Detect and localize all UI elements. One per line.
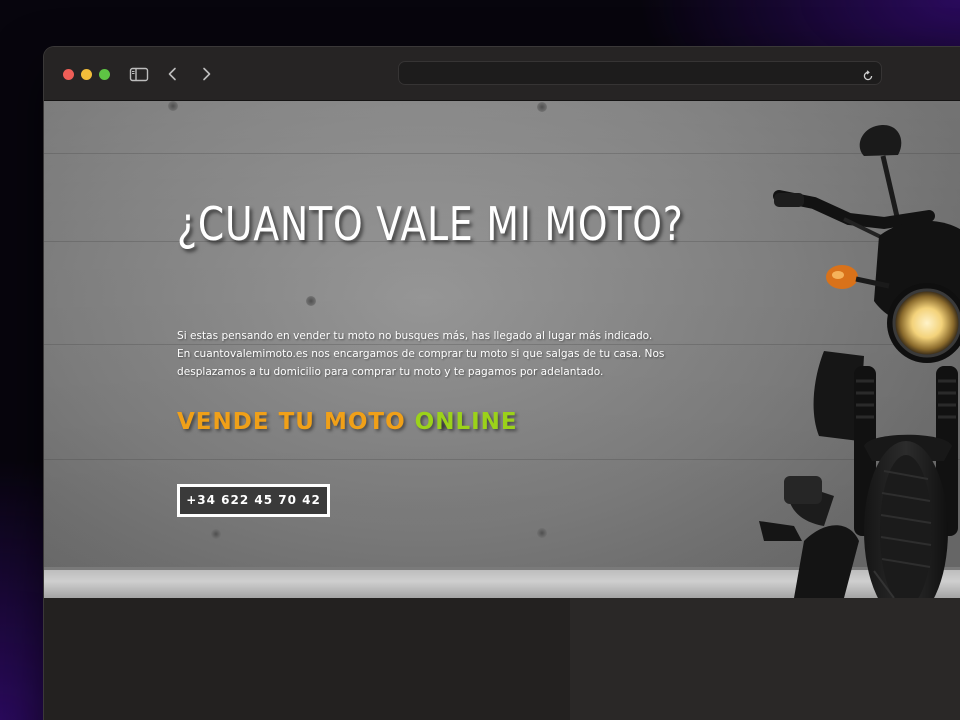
phone-button[interactable]: +34 622 45 70 42 (177, 484, 330, 517)
chevron-left-icon[interactable] (162, 64, 184, 84)
sidebar-icon[interactable] (128, 64, 150, 84)
maximize-window-button[interactable] (99, 69, 110, 80)
tagline: VENDE TU MOTO ONLINE (177, 409, 518, 435)
wall-hole (168, 101, 178, 111)
wall-hole (306, 296, 316, 306)
tagline-accent: ONLINE (414, 409, 518, 435)
minimize-window-button[interactable] (81, 69, 92, 80)
motorcycle-image (684, 101, 960, 598)
hero-description: Si estas pensando en vender tu moto no b… (177, 329, 665, 378)
browser-toolbar (44, 47, 960, 101)
address-bar[interactable] (398, 61, 882, 85)
tagline-main: VENDE TU MOTO (177, 409, 415, 435)
content-panel-right (570, 598, 960, 720)
chevron-right-icon[interactable] (195, 64, 217, 84)
browser-window: ¿CUANTO VALE MI MOTO? Si estas pensando … (44, 47, 960, 720)
hero-section: ¿CUANTO VALE MI MOTO? Si estas pensando … (44, 101, 960, 598)
wall-hole (211, 529, 221, 539)
wall-hole (537, 528, 547, 538)
content-panel-left (44, 598, 570, 720)
hero-title: ¿CUANTO VALE MI MOTO? (177, 197, 684, 251)
wall-hole (537, 102, 547, 112)
reload-icon[interactable] (862, 67, 874, 81)
close-window-button[interactable] (63, 69, 74, 80)
